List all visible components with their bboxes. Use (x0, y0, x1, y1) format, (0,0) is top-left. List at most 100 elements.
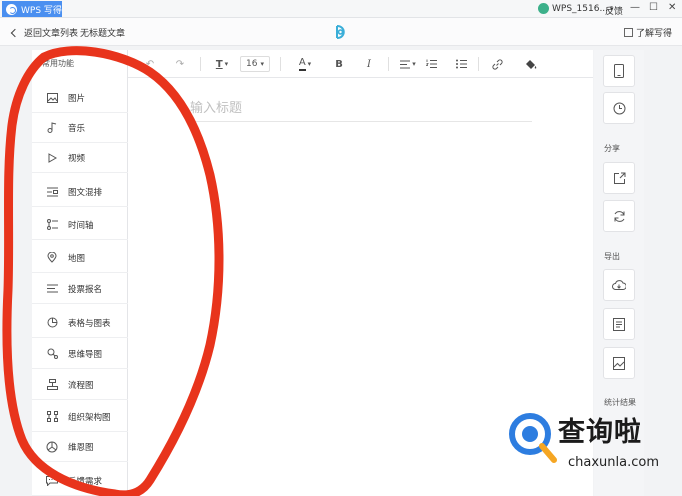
timeline-icon (46, 219, 58, 231)
font-color-button[interactable]: A ▾ (294, 56, 316, 72)
format-toolbar: ↶ ↷ T ▾ 16 ▾ A ▾ B I ▾ (128, 50, 593, 78)
tool-flowchart[interactable]: 流程图 (32, 370, 128, 400)
tool-label: 流程图 (68, 380, 94, 391)
document-icon (613, 317, 625, 331)
chevron-left-icon (10, 28, 20, 37)
paint-bucket-icon (526, 59, 537, 69)
music-icon (46, 122, 58, 134)
wps-logo-icon (6, 3, 17, 15)
tool-venn[interactable]: 维恩图 (32, 432, 128, 462)
title-bar: WPS 写得 WPS_1516... ▾ 反馈 — ☐ ✕ (0, 0, 682, 18)
bold-button[interactable]: B (332, 56, 346, 72)
stats-section-label: 统计结果 (604, 398, 636, 407)
fill-button[interactable] (524, 56, 538, 72)
org-chart-icon (46, 411, 58, 423)
tool-table-chart[interactable]: 表格与图表 (32, 308, 128, 338)
export-section-label: 导出 (604, 252, 620, 261)
share-section-label: 分享 (604, 144, 620, 153)
heading-dropdown[interactable]: T ▾ (210, 56, 234, 72)
tool-image[interactable]: 图片 (32, 83, 128, 113)
tool-label: 地图 (68, 253, 86, 264)
feedback-icon (46, 475, 58, 487)
tool-label: 图片 (68, 93, 86, 104)
ordered-list-button[interactable] (424, 56, 438, 72)
export-image-button[interactable] (603, 347, 635, 379)
sync-button[interactable] (603, 200, 635, 232)
tool-mindmap[interactable]: 思维导图 (32, 339, 128, 369)
heading-icon: T (215, 58, 223, 70)
share-button[interactable] (603, 162, 635, 194)
video-icon (46, 152, 58, 164)
align-dropdown[interactable]: ▾ (398, 56, 418, 72)
toolbar-divider (388, 57, 389, 71)
user-name: WPS_1516... (552, 3, 609, 14)
tool-label: 反馈需求 (68, 476, 103, 487)
link-icon (491, 58, 503, 70)
font-size-value: 16 (246, 59, 258, 69)
redo-button[interactable]: ↷ (172, 56, 188, 72)
history-button[interactable] (603, 92, 635, 124)
panel-title: 常用功能 (42, 59, 74, 68)
image-export-icon (613, 356, 625, 370)
mobile-preview-button[interactable] (603, 55, 635, 87)
insert-panel: 常用功能 图片 音乐 视频 图文混排 时间轴 地图 投票报名 表格与图表 思维导… (32, 50, 128, 496)
learn-more-button[interactable]: 了解写得 (624, 26, 672, 39)
feedback-link[interactable]: 反馈 (605, 4, 623, 17)
app-name: WPS 写得 (21, 5, 62, 16)
tool-label: 组织架构图 (68, 412, 111, 423)
chevron-down-icon: ▾ (224, 60, 229, 68)
close-button[interactable]: ✕ (668, 2, 676, 13)
tool-label: 维恩图 (68, 442, 94, 453)
tool-label: 音乐 (68, 123, 86, 134)
tool-label: 视频 (68, 153, 86, 164)
tool-feedback[interactable]: 反馈需求 (32, 466, 128, 496)
mindmap-icon (46, 348, 58, 360)
export-cloud-button[interactable] (603, 269, 635, 301)
align-left-icon (400, 60, 411, 68)
article-title-input[interactable] (190, 96, 532, 122)
export-doc-button[interactable] (603, 308, 635, 340)
tool-music[interactable]: 音乐 (32, 113, 128, 143)
vote-icon (46, 283, 58, 295)
refresh-icon (614, 210, 624, 222)
tool-video[interactable]: 视频 (32, 143, 128, 173)
flowchart-icon (46, 379, 58, 391)
tool-label: 图文混排 (68, 187, 103, 198)
clock-icon (613, 102, 625, 114)
tool-mixed-layout[interactable]: 图文混排 (32, 177, 128, 207)
tool-org-chart[interactable]: 组织架构图 (32, 402, 128, 432)
chevron-down-icon: ▾ (412, 60, 416, 68)
tool-vote[interactable]: 投票报名 (32, 274, 128, 304)
toolbar-divider (200, 57, 201, 71)
map-pin-icon (46, 252, 58, 264)
chaxunla-logo-icon (509, 413, 557, 463)
app-tab[interactable]: WPS 写得 (2, 1, 62, 17)
tool-label: 时间轴 (68, 220, 94, 231)
chevron-down-icon: ▾ (307, 60, 312, 68)
back-label: 返回文章列表 (24, 29, 79, 39)
watermark-url: chaxunla.com (568, 455, 659, 470)
toolbar-divider (280, 57, 281, 71)
tool-label: 表格与图表 (68, 318, 111, 329)
undo-button[interactable]: ↶ (142, 56, 158, 72)
toolbar-divider (478, 57, 479, 71)
bullet-list-icon (455, 59, 467, 69)
document-name[interactable]: 无标题文章 (80, 26, 125, 39)
tool-map[interactable]: 地图 (32, 243, 128, 273)
chevron-down-icon: ▾ (260, 60, 264, 68)
tool-label: 思维导图 (68, 349, 103, 360)
ordered-list-icon (425, 59, 437, 68)
user-account[interactable]: WPS_1516... ▾ (538, 3, 614, 14)
maximize-button[interactable]: ☐ (649, 2, 658, 13)
tool-timeline[interactable]: 时间轴 (32, 210, 128, 240)
cloud-icon (612, 279, 626, 290)
minimize-button[interactable]: — (630, 2, 640, 13)
book-icon (624, 28, 633, 37)
pie-chart-icon (46, 317, 58, 329)
bullet-list-button[interactable] (454, 56, 468, 72)
font-size-select[interactable]: 16 ▾ (240, 56, 270, 72)
link-button[interactable] (490, 56, 504, 72)
italic-button[interactable]: I (362, 56, 376, 72)
image-icon (46, 92, 58, 104)
back-to-articles-button[interactable]: 返回文章列表 (10, 26, 79, 39)
